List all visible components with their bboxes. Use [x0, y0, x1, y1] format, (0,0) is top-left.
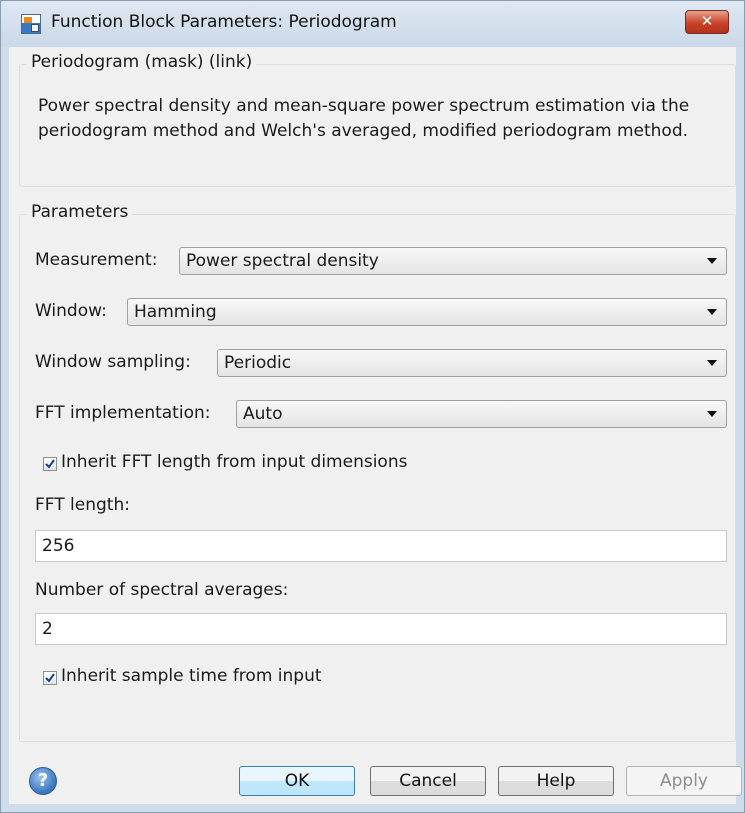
- apply-button: Apply: [626, 766, 742, 796]
- checkmark-icon: [45, 459, 55, 469]
- inherit-fft-length-label[interactable]: Inherit FFT length from input dimensions: [61, 452, 407, 472]
- fft-length-input[interactable]: 256: [35, 530, 727, 562]
- ok-button[interactable]: OK: [239, 766, 355, 796]
- window-sampling-dropdown[interactable]: Periodic: [217, 349, 727, 377]
- cancel-button[interactable]: Cancel: [370, 766, 486, 796]
- spectral-averages-input[interactable]: 2: [35, 613, 727, 645]
- fft-implementation-label: FFT implementation:: [35, 403, 211, 423]
- window-value: Hamming: [134, 302, 217, 322]
- dialog-window: Function Block Parameters: Periodogram ✕…: [0, 0, 745, 813]
- title-bar[interactable]: Function Block Parameters: Periodogram ✕: [1, 1, 744, 47]
- mask-legend: Periodogram (mask) (link): [27, 52, 257, 72]
- dialog-body: Periodogram (mask) (link) Power spectral…: [9, 47, 742, 804]
- simulink-block-icon: [21, 14, 41, 34]
- fft-implementation-value: Auto: [243, 404, 283, 424]
- help-button[interactable]: Help: [498, 766, 614, 796]
- inherit-fft-length-checkbox[interactable]: [43, 457, 57, 471]
- help-icon[interactable]: ?: [29, 767, 57, 795]
- measurement-value: Power spectral density: [186, 251, 379, 271]
- checkmark-icon: [45, 673, 55, 683]
- fft-implementation-dropdown[interactable]: Auto: [236, 400, 727, 428]
- window-sampling-value: Periodic: [224, 353, 292, 373]
- window-dropdown[interactable]: Hamming: [127, 298, 727, 326]
- mask-description-group: Periodogram (mask) (link) Power spectral…: [19, 52, 736, 187]
- chevron-down-icon: [707, 411, 717, 417]
- measurement-label: Measurement:: [35, 250, 158, 270]
- inherit-sample-time-checkbox[interactable]: [43, 671, 57, 685]
- window-sampling-label: Window sampling:: [35, 352, 191, 372]
- fft-length-label: FFT length:: [35, 495, 130, 515]
- chevron-down-icon: [707, 360, 717, 366]
- window-label: Window:: [35, 301, 107, 321]
- spectral-averages-label: Number of spectral averages:: [35, 580, 289, 600]
- chevron-down-icon: [707, 309, 717, 315]
- chevron-down-icon: [707, 258, 717, 264]
- fft-length-value: 256: [42, 536, 75, 556]
- window-title: Function Block Parameters: Periodogram: [51, 12, 397, 32]
- spectral-averages-value: 2: [42, 619, 53, 639]
- measurement-dropdown[interactable]: Power spectral density: [179, 247, 727, 275]
- mask-description: Power spectral density and mean-square p…: [38, 96, 690, 141]
- inherit-sample-time-label[interactable]: Inherit sample time from input: [61, 666, 322, 686]
- close-button[interactable]: ✕: [685, 10, 729, 34]
- parameters-group: Parameters Measurement: Power spectral d…: [19, 202, 736, 742]
- parameters-legend: Parameters: [27, 202, 133, 222]
